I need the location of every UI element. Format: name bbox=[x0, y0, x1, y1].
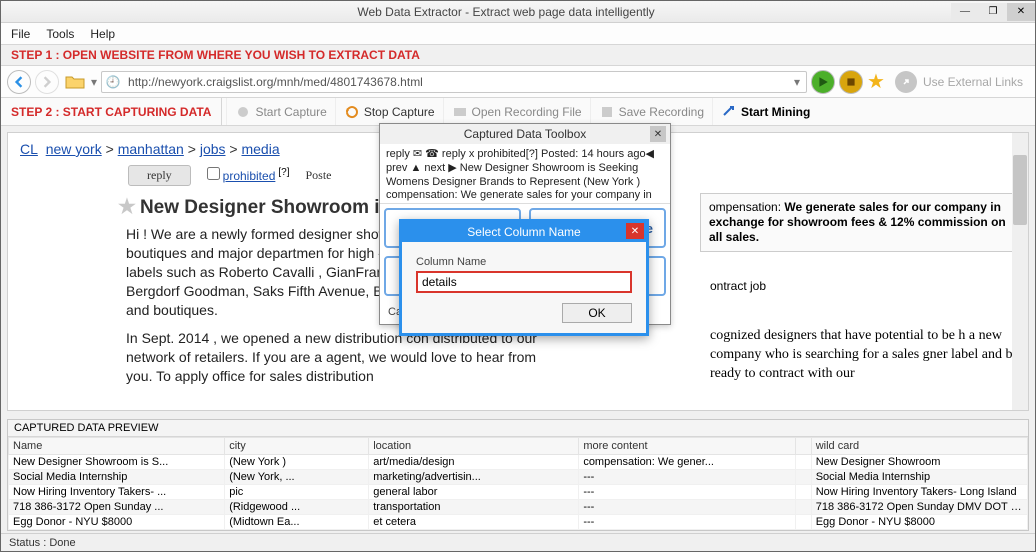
modal-close[interactable]: ✕ bbox=[626, 223, 644, 239]
go-button[interactable] bbox=[811, 70, 835, 94]
min-button[interactable]: — bbox=[951, 3, 979, 21]
star-icon[interactable]: ★ bbox=[118, 196, 136, 218]
window-title: Web Data Extractor - Extract web page da… bbox=[61, 5, 951, 19]
back-button[interactable] bbox=[7, 70, 31, 94]
col-header[interactable]: city bbox=[225, 438, 369, 455]
url-dropdown[interactable]: ▾ bbox=[788, 75, 806, 89]
bc-cl[interactable]: CL bbox=[20, 141, 38, 157]
compensation-box: ompensation: We generate sales for our c… bbox=[700, 193, 1020, 252]
preview-grid: Namecitylocationmore content wild card Ne… bbox=[8, 437, 1028, 530]
prohibited-checkbox[interactable] bbox=[207, 167, 220, 180]
save-recording-button[interactable]: Save Recording bbox=[590, 98, 712, 125]
step1-label: STEP 1 : OPEN WEBSITE FROM WHERE YOU WIS… bbox=[1, 45, 1035, 66]
table-row[interactable]: Social Media Internship(New York, ...mar… bbox=[9, 470, 1028, 485]
use-external-label[interactable]: Use External Links bbox=[923, 75, 1023, 89]
max-button[interactable]: ❐ bbox=[979, 3, 1007, 21]
col-header[interactable]: more content bbox=[579, 438, 795, 455]
column-name-modal: Select Column Name ✕ Column Name OK bbox=[399, 219, 649, 336]
close-button[interactable]: ✕ bbox=[1007, 3, 1035, 21]
stop-button[interactable] bbox=[839, 70, 863, 94]
statusbar: Status : Done bbox=[1, 533, 1035, 551]
col-header[interactable]: Name bbox=[9, 438, 225, 455]
body-p2: In Sept. 2014 , we opened a new distribu… bbox=[126, 329, 554, 386]
toolbox-close[interactable]: ✕ bbox=[650, 126, 666, 142]
menu-tools[interactable]: Tools bbox=[46, 27, 74, 41]
url-input[interactable] bbox=[124, 75, 788, 89]
toolbox-body: reply ✉ ☎ reply x prohibited[?] Posted: … bbox=[380, 144, 670, 204]
right-contract: ontract job bbox=[710, 279, 1020, 293]
bc-city[interactable]: new york bbox=[46, 141, 102, 157]
bc-sub[interactable]: media bbox=[241, 141, 279, 157]
start-mining-button[interactable]: Start Mining bbox=[712, 98, 818, 125]
bc-area[interactable]: manhattan bbox=[118, 141, 184, 157]
history-icon[interactable]: 🕘 bbox=[102, 75, 124, 89]
modal-title: Select Column Name bbox=[467, 225, 580, 239]
preview-title: CAPTURED DATA PREVIEW bbox=[8, 420, 1028, 437]
col-header[interactable] bbox=[795, 438, 811, 455]
menu-file[interactable]: File bbox=[11, 27, 30, 41]
favorite-icon[interactable]: ★ bbox=[867, 69, 885, 94]
forward-button[interactable] bbox=[35, 70, 59, 94]
open-recording-button[interactable]: Open Recording File bbox=[443, 98, 590, 125]
start-capture-button[interactable]: Start Capture bbox=[226, 98, 334, 125]
reply-button[interactable]: reply bbox=[128, 165, 191, 186]
modal-label: Column Name bbox=[416, 256, 486, 268]
table-row[interactable]: Now Hiring Inventory Takers- ...picgener… bbox=[9, 485, 1028, 500]
table-row[interactable]: Egg Donor - NYU $8000(Midtown Ea...et ce… bbox=[9, 515, 1028, 530]
table-row[interactable]: 718 386-3172 Open Sunday ...(Ridgewood .… bbox=[9, 500, 1028, 515]
headline-left: New Designer Showroom is Se bbox=[140, 197, 419, 218]
column-name-input[interactable] bbox=[416, 271, 632, 293]
stop-capture-button[interactable]: Stop Capture bbox=[335, 98, 443, 125]
ext-icon bbox=[895, 71, 917, 93]
col-header[interactable]: wild card bbox=[811, 438, 1027, 455]
content-scrollbar[interactable] bbox=[1012, 133, 1028, 410]
table-row[interactable]: New Designer Showroom is S...(New York )… bbox=[9, 455, 1028, 470]
modal-ok-button[interactable]: OK bbox=[562, 303, 632, 323]
bc-cat[interactable]: jobs bbox=[200, 141, 226, 157]
folder-icon[interactable] bbox=[63, 74, 87, 90]
toolbox-title: Captured Data Toolbox bbox=[464, 127, 587, 141]
col-header[interactable]: location bbox=[369, 438, 579, 455]
right-para: cognized designers that have potential t… bbox=[710, 327, 1020, 384]
prohibited-link[interactable]: prohibited bbox=[223, 169, 276, 183]
posted-label: Poste bbox=[306, 168, 332, 183]
menu-help[interactable]: Help bbox=[90, 27, 115, 41]
step2-label: STEP 2 : START CAPTURING DATA bbox=[1, 98, 222, 125]
